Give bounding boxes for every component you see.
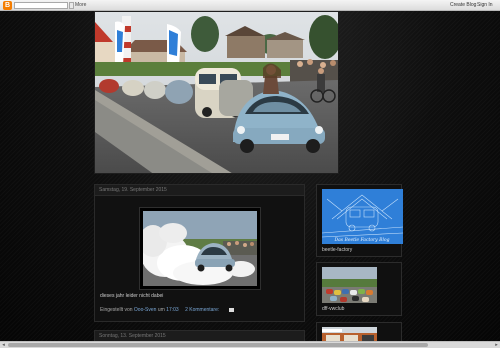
scrollbar-thumb[interactable] — [8, 343, 428, 347]
create-blog-link[interactable]: Create Blog — [450, 1, 476, 10]
email-icon[interactable] — [228, 307, 234, 312]
search-input[interactable] — [14, 2, 68, 9]
horizontal-scrollbar[interactable]: ◂ ▸ — [0, 341, 500, 348]
post-image[interactable] — [139, 207, 261, 290]
sidebar-widget-beetle-factory: Das Beetle Factory Blog beetle-factory — [316, 184, 403, 257]
more-link[interactable]: More — [75, 1, 86, 10]
scroll-right-arrow-icon[interactable]: ▸ — [493, 342, 500, 348]
author-link[interactable]: Ooo-Sven — [134, 307, 157, 313]
post-body: dieses jahr leider nicht dabei — [100, 293, 164, 299]
at-label: um — [157, 307, 165, 313]
blogger-navbar: B More Create Blog Sign In — [0, 0, 500, 11]
sign-in-link[interactable]: Sign In — [477, 1, 493, 10]
post-footer: Eingestellt von Ooo-Sven um 17:03 2 Komm… — [100, 307, 234, 313]
beetle-factory-logo-text: Das Beetle Factory Blog — [333, 237, 389, 243]
comments-link[interactable]: 2 Kommentare: — [185, 307, 219, 313]
sidebar-widget-dff-vwclub: dff-vwclub — [316, 262, 402, 316]
blogger-logo-icon[interactable]: B — [3, 1, 12, 10]
beetle-factory-image[interactable]: Das Beetle Factory Blog — [322, 189, 403, 244]
posted-by-label: Eingestellt von — [100, 307, 133, 313]
post-time-link[interactable]: 17:03 — [166, 307, 179, 313]
scroll-left-arrow-icon[interactable]: ◂ — [0, 342, 7, 348]
post-date-header: Samstag, 19. September 2015 — [95, 185, 304, 196]
beetle-factory-caption[interactable]: beetle-factory — [322, 247, 352, 253]
search-button[interactable] — [69, 2, 74, 9]
dff-vwclub-image[interactable] — [322, 267, 377, 303]
dff-vwclub-caption[interactable]: dff-vwclub — [322, 306, 344, 312]
header-photo[interactable] — [94, 11, 339, 174]
blog-post: Samstag, 19. September 2015 dieses jahr … — [94, 184, 305, 322]
